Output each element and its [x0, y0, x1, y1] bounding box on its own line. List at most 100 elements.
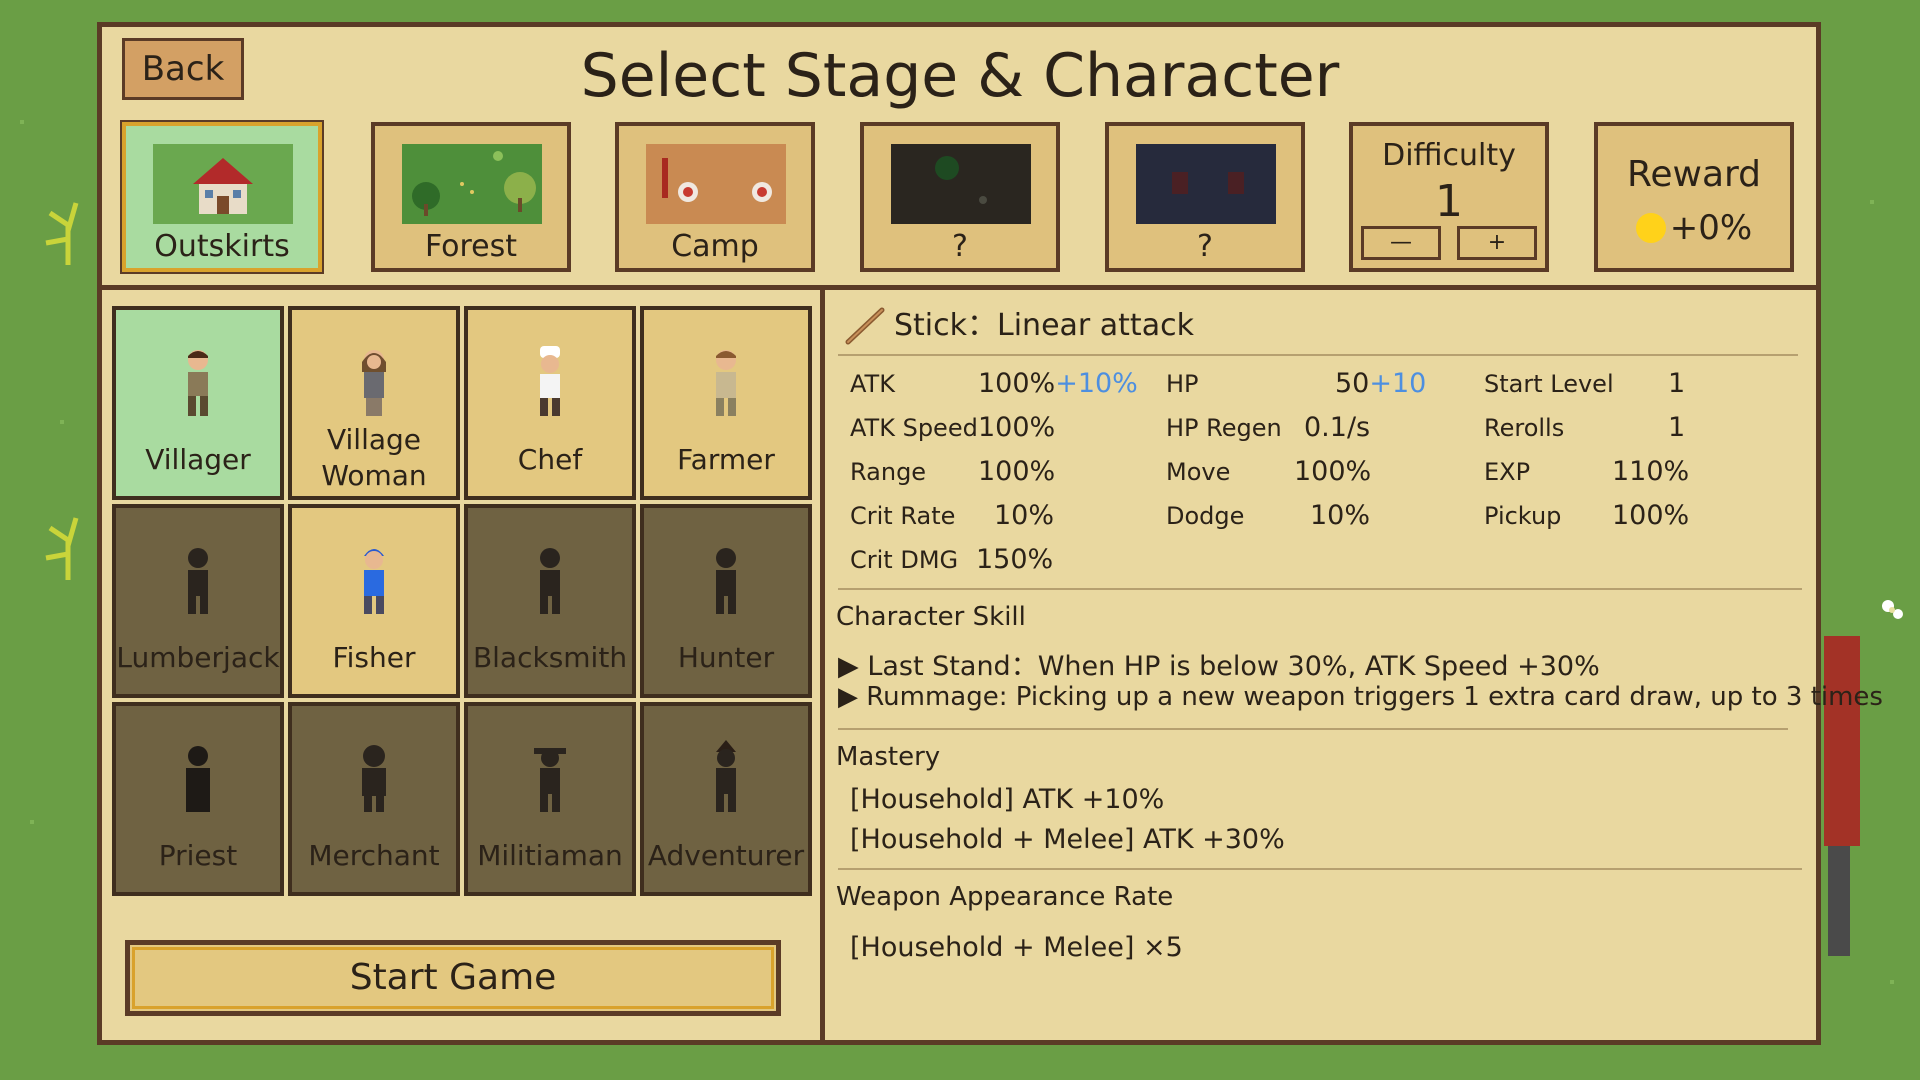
village-woman-sprite-icon [362, 350, 386, 416]
skill-line: ▶ Last Stand：When HP is below 30%, ATK S… [838, 651, 1600, 682]
character-farmer[interactable]: Farmer [640, 306, 812, 500]
page-title: Select Stage & Character [580, 41, 1340, 111]
coin-icon [1635, 213, 1666, 243]
locked-character-silhouette-icon [716, 548, 736, 614]
stat-label-hp: HP [1166, 370, 1199, 398]
stat-value-dodge: 10% [1310, 500, 1371, 531]
difficulty-increase-button[interactable]: + [1457, 226, 1537, 260]
character-name: Merchant [308, 839, 440, 872]
stage-card-locked-2[interactable]: ? [1105, 122, 1305, 272]
stick-weapon-icon [845, 307, 885, 345]
stat-label-move: Move [1166, 458, 1231, 486]
stat-value-atk: 100%+10% [978, 368, 1138, 399]
reward-value: +0% [1669, 208, 1753, 248]
mastery-line: [Household] ATK +10% [850, 784, 1165, 815]
character-name: Hunter [677, 641, 775, 674]
locked-character-silhouette-icon [188, 548, 208, 614]
mastery-title: Mastery [836, 742, 941, 772]
character-priest[interactable]: Priest [112, 702, 284, 896]
stat-label-atk-speed: ATK Speed [850, 414, 978, 442]
character-chef[interactable]: Chef [464, 306, 636, 500]
divider [838, 354, 1798, 356]
stat-label-atk: ATK [850, 370, 895, 398]
stage-card-camp[interactable]: Camp [615, 122, 815, 272]
character-villager[interactable]: Villager [112, 306, 284, 500]
locked-character-silhouette-icon [186, 746, 210, 812]
character-name: Militiaman [477, 839, 623, 872]
stat-value-exp: 110% [1612, 456, 1690, 487]
grass-dot [20, 120, 24, 124]
locked-stage-thumbnail-icon [891, 144, 1031, 224]
grass-plant-icon [45, 517, 79, 580]
stat-value-pickup: 100% [1612, 500, 1690, 531]
reward-title: Reward [1626, 154, 1762, 195]
start-game-button[interactable]: Start Game [125, 940, 781, 1016]
character-militiaman[interactable]: Militiaman [464, 702, 636, 896]
stage-card-locked-1[interactable]: ? [860, 122, 1060, 272]
locked-character-silhouette-icon [716, 740, 736, 812]
character-name: Fisher [332, 641, 416, 674]
forest-thumbnail-icon [402, 144, 542, 224]
character-name: Chef [517, 443, 583, 476]
character-village-woman[interactable]: Village Woman [288, 306, 460, 500]
difficulty-value: 1 [1435, 176, 1463, 227]
reward-card: Reward +0% [1594, 122, 1794, 272]
character-hunter[interactable]: Hunter [640, 504, 812, 698]
stat-value-range: 100% [978, 456, 1056, 487]
character-name: Blacksmith [472, 641, 628, 674]
grass-dot [30, 820, 34, 824]
grass-dot [60, 420, 64, 424]
stat-value-atk-speed: 100% [978, 412, 1056, 443]
fisher-sprite-icon [364, 549, 384, 614]
house-post-edge [1828, 846, 1850, 956]
flower-icon [1882, 600, 1903, 619]
weapon-rate-title: Weapon Appearance Rate [836, 882, 1174, 912]
stat-value-move: 100% [1294, 456, 1372, 487]
character-name: Lumberjack [116, 641, 280, 674]
grass-dot [1890, 980, 1894, 984]
locked-character-silhouette-icon [540, 548, 560, 614]
back-button[interactable]: Back [122, 38, 244, 100]
stat-label-start-level: Start Level [1484, 370, 1614, 398]
character-name: Farmer [677, 443, 775, 476]
character-detail-panel: Stick：Linear attack ATK 100%+10% ATK Spe… [832, 296, 1883, 1041]
character-blacksmith[interactable]: Blacksmith [464, 504, 636, 698]
divider [838, 868, 1802, 870]
stat-label-crit-rate: Crit Rate [850, 502, 956, 530]
stage-label: ? [1197, 229, 1213, 264]
chef-sprite-icon [540, 346, 560, 416]
character-lumberjack[interactable]: Lumberjack [112, 504, 284, 698]
stat-value-hp: 50+10 [1335, 368, 1427, 399]
skill-line: ▶ Rummage: Picking up a new weapon trigg… [838, 682, 1883, 712]
stat-bonus-hp: +10 [1369, 368, 1427, 399]
character-fisher[interactable]: Fisher [288, 504, 460, 698]
stat-label-range: Range [850, 458, 927, 486]
stat-value-hp-regen: 0.1/s [1304, 412, 1371, 443]
stage-card-outskirts[interactable]: Outskirts [120, 120, 324, 274]
weapon-rate-line: [Household + Melee] ×5 [850, 932, 1183, 963]
stage-label: ? [952, 229, 968, 264]
mastery-line: [Household + Melee] ATK +30% [850, 824, 1285, 855]
character-merchant[interactable]: Merchant [288, 702, 460, 896]
character-name: Villager [145, 443, 251, 476]
stat-value-crit-dmg: 150% [976, 544, 1054, 575]
weapon-description: Stick：Linear attack [894, 308, 1194, 343]
character-name: Village Woman [321, 423, 427, 492]
grass-dot [1870, 200, 1874, 204]
divider [838, 728, 1788, 730]
villager-sprite-icon [188, 350, 208, 416]
stat-value-crit-rate: 10% [994, 500, 1055, 531]
stat-label-hp-regen: HP Regen [1166, 414, 1282, 442]
grass-plant-icon [45, 202, 79, 265]
character-adventurer[interactable]: Adventurer [640, 702, 812, 896]
divider [838, 588, 1802, 590]
stat-label-exp: EXP [1484, 458, 1531, 486]
difficulty-decrease-button[interactable]: — [1361, 226, 1441, 260]
character-name: Adventurer [647, 839, 805, 872]
camp-thumbnail-icon [646, 144, 786, 224]
locked-character-silhouette-icon [362, 745, 386, 812]
outskirts-thumbnail-icon [153, 144, 293, 224]
house-roof-edge [1824, 636, 1860, 846]
stage-card-forest[interactable]: Forest [371, 122, 571, 272]
character-name: Priest [158, 839, 238, 872]
